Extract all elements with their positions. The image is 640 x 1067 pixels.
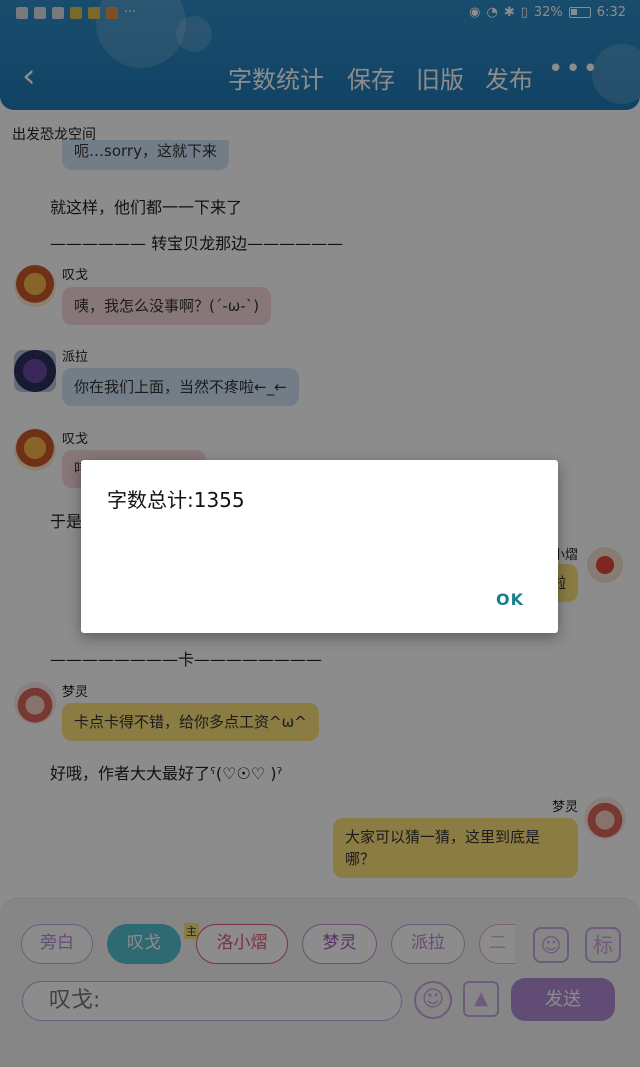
dialog-message: 字数总计:1355	[107, 488, 245, 512]
ok-button[interactable]: OK	[496, 590, 524, 609]
word-count-dialog: 字数总计:1355 OK	[81, 460, 558, 633]
